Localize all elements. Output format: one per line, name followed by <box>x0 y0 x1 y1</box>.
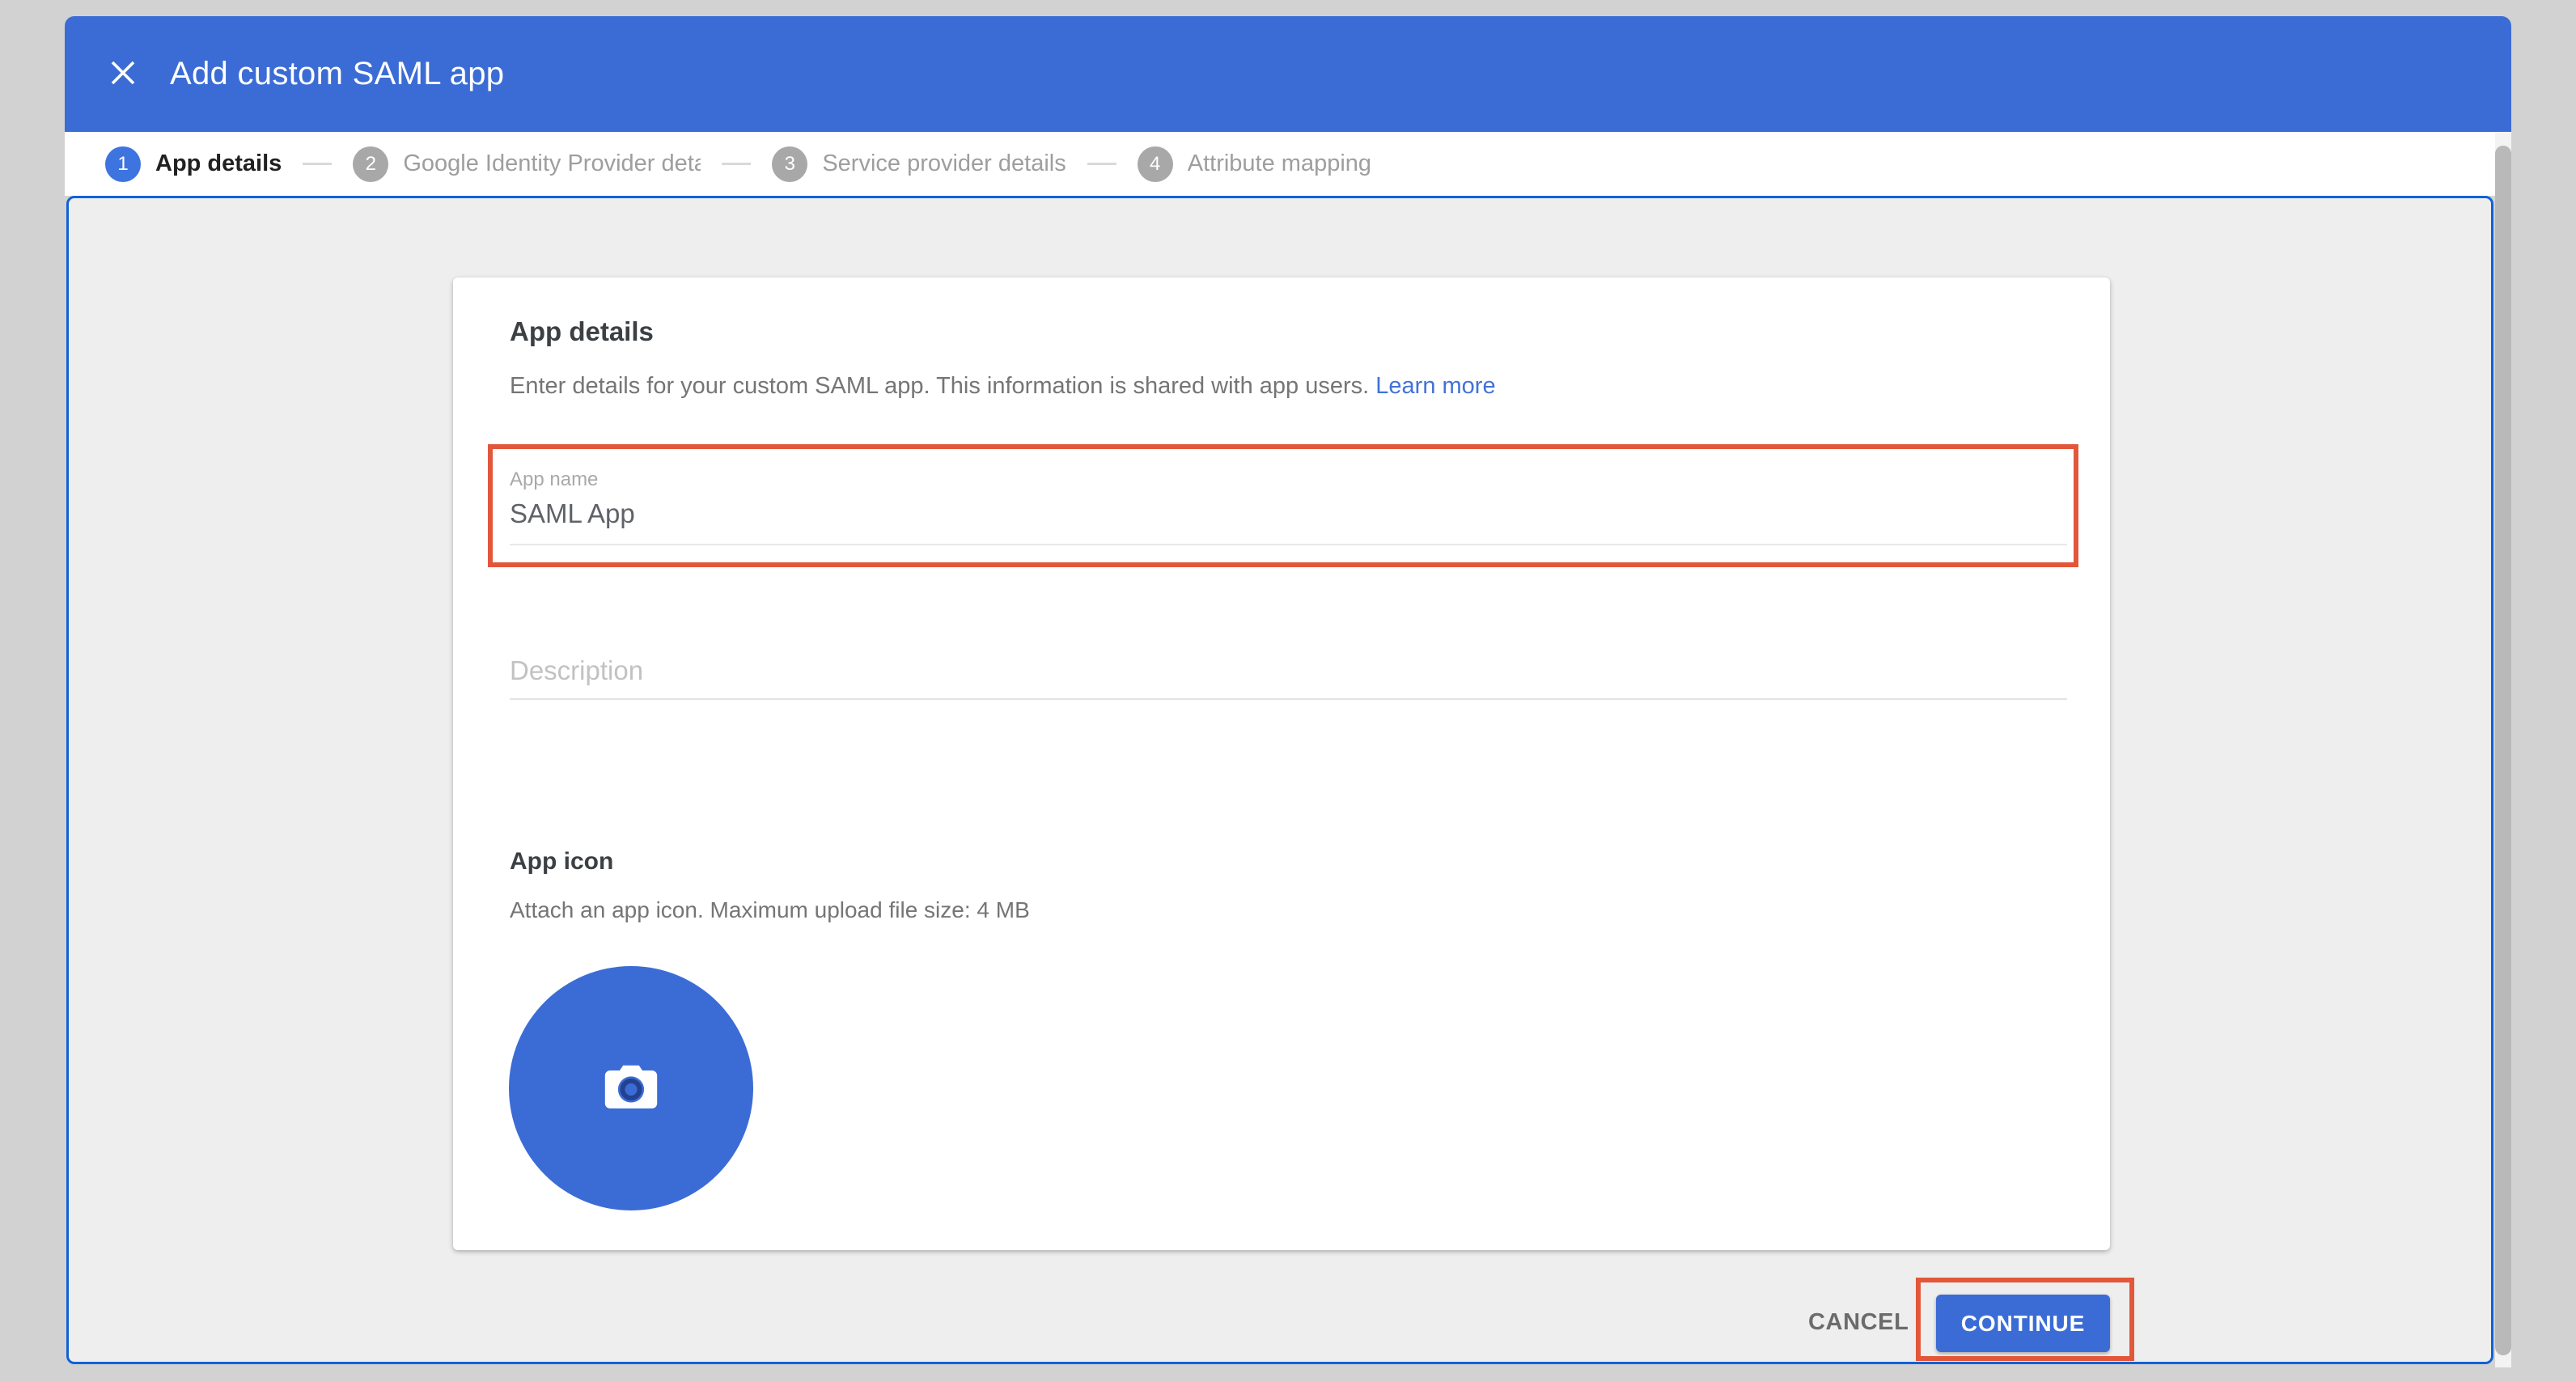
step-4-label: Attribute mapping <box>1188 150 1371 177</box>
content-panel: App details Enter details for your custo… <box>66 196 2493 1364</box>
dialog-header: Add custom SAML app <box>65 16 2511 132</box>
step-service-provider-details[interactable]: 3 Service provider details <box>772 146 1066 182</box>
app-name-label: App name <box>510 468 598 491</box>
app-name-underline <box>510 544 2067 545</box>
step-3-circle: 3 <box>772 146 807 182</box>
step-divider <box>722 163 751 165</box>
step-attribute-mapping[interactable]: 4 Attribute mapping <box>1138 146 1371 182</box>
step-1-circle: 1 <box>105 146 141 182</box>
step-3-label: Service provider details <box>822 150 1066 177</box>
step-1-label: App details <box>155 150 282 177</box>
scrollbar-track[interactable] <box>2495 132 2511 1367</box>
close-button[interactable] <box>105 57 141 92</box>
app-icon-subtitle: Attach an app icon. Maximum upload file … <box>510 897 1030 923</box>
step-divider <box>303 163 332 165</box>
dialog-title: Add custom SAML app <box>170 56 504 92</box>
stepper: 1 App details 2 Google Identity Provider… <box>65 132 2511 196</box>
close-x-icon <box>107 57 139 91</box>
card-description-text: Enter details for your custom SAML app. … <box>510 373 1369 399</box>
app-icon-upload-button[interactable] <box>509 966 753 1210</box>
learn-more-link[interactable]: Learn more <box>1375 373 1495 399</box>
card-heading: App details <box>510 316 654 347</box>
step-2-circle: 2 <box>353 146 388 182</box>
step-2-label: Google Identity Provider details <box>403 150 701 177</box>
description-input[interactable] <box>510 643 2067 700</box>
step-app-details[interactable]: 1 App details <box>105 146 282 182</box>
app-name-annotation-box: App name <box>488 444 2078 567</box>
continue-button[interactable]: CONTINUE <box>1936 1295 2110 1352</box>
step-divider <box>1087 163 1116 165</box>
camera-icon <box>597 1053 665 1124</box>
app-name-input[interactable] <box>510 494 2047 533</box>
step-google-idp-details[interactable]: 2 Google Identity Provider details <box>353 146 701 182</box>
cancel-button[interactable]: CANCEL <box>1784 1304 1933 1341</box>
scrollbar-thumb[interactable] <box>2495 146 2511 1355</box>
card-description: Enter details for your custom SAML app. … <box>510 373 1496 400</box>
add-custom-saml-app-dialog: Add custom SAML app 1 App details 2 Goog… <box>65 16 2511 1364</box>
step-4-circle: 4 <box>1138 146 1173 182</box>
app-icon-heading: App icon <box>510 848 613 875</box>
app-details-card: App details Enter details for your custo… <box>453 278 2110 1250</box>
